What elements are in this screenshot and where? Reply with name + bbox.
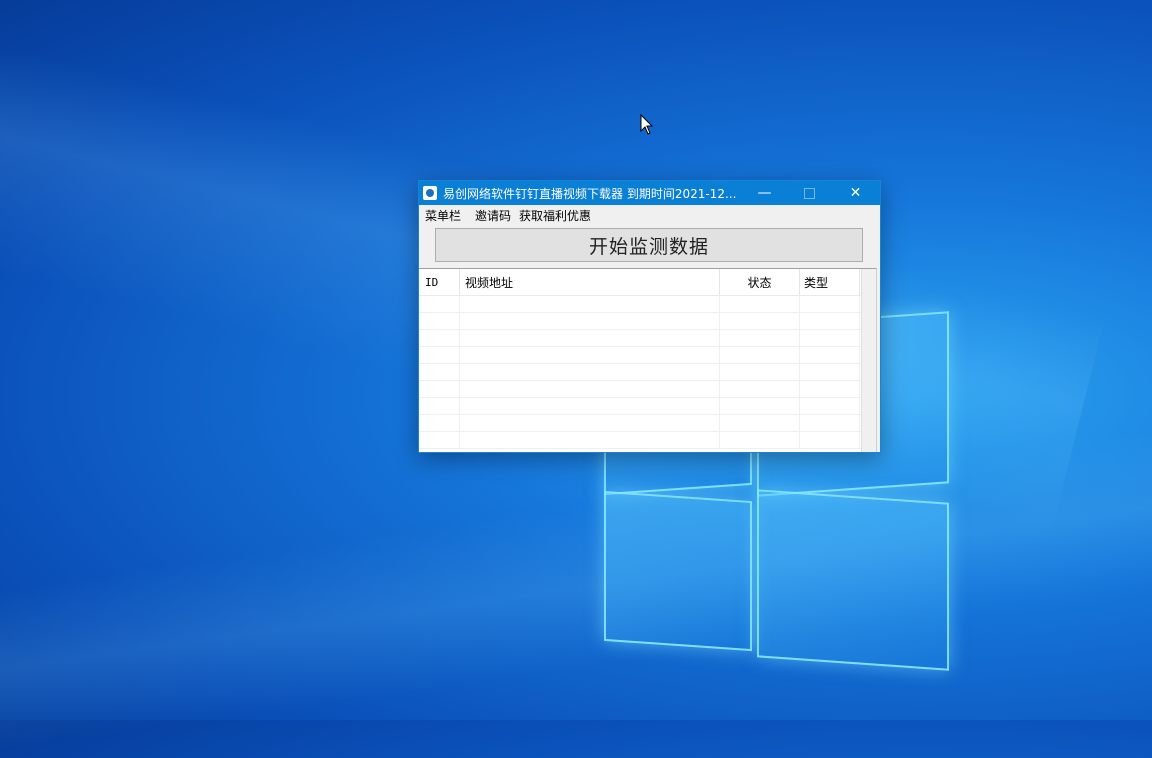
minimize-button[interactable]: —	[742, 181, 787, 205]
empty-list-row	[419, 364, 876, 381]
empty-list-cell	[720, 381, 800, 397]
empty-list-row	[419, 347, 876, 364]
empty-list-cell	[800, 398, 860, 414]
empty-list-cell	[720, 398, 800, 414]
empty-list-cell	[460, 432, 720, 448]
empty-list-cell	[460, 296, 720, 312]
empty-list-cell	[720, 347, 800, 363]
start-monitoring-button[interactable]: 开始监测数据	[435, 228, 863, 262]
menu-item-menu[interactable]: 菜单栏	[425, 207, 461, 224]
empty-list-cell	[720, 364, 800, 380]
menu-item-get-benefits[interactable]: 获取福利优惠	[519, 207, 591, 224]
empty-list-cell	[720, 296, 800, 312]
empty-list-cell	[419, 330, 460, 346]
empty-list-cell	[800, 330, 860, 346]
empty-list-cell	[720, 432, 800, 448]
empty-list-cell	[800, 432, 860, 448]
empty-list-cell	[419, 296, 460, 312]
empty-list-cell	[419, 313, 460, 329]
close-button[interactable]: ✕	[833, 181, 878, 205]
window-title: 易创网络软件钉钉直播视频下载器 到期时间2021-12...	[443, 186, 737, 201]
empty-list-cell	[800, 415, 860, 431]
column-header-type[interactable]: 类型	[800, 269, 860, 295]
maximize-button[interactable]	[787, 181, 832, 205]
close-icon: ✕	[849, 185, 862, 201]
menu-bar: 菜单栏 邀请码 获取福利优惠	[419, 205, 880, 225]
empty-list-cell	[460, 330, 720, 346]
empty-list-cell	[800, 296, 860, 312]
empty-list-cell	[419, 432, 460, 448]
empty-list-cell	[419, 381, 460, 397]
column-header-status[interactable]: 状态	[720, 269, 800, 295]
empty-list-cell	[460, 381, 720, 397]
empty-list-cell	[460, 398, 720, 414]
app-window: 易创网络软件钉钉直播视频下载器 到期时间2021-12... — ✕ 菜单栏 邀…	[418, 180, 881, 453]
empty-list-cell	[800, 347, 860, 363]
empty-list-cell	[419, 398, 460, 414]
empty-list-row	[419, 415, 876, 432]
title-bar[interactable]: 易创网络软件钉钉直播视频下载器 到期时间2021-12... — ✕	[419, 181, 880, 205]
empty-list-cell	[460, 313, 720, 329]
list-header: ID 视频地址 状态 类型	[419, 269, 876, 296]
empty-list-cell	[419, 415, 460, 431]
video-list[interactable]: ID 视频地址 状态 类型	[419, 268, 877, 452]
menu-item-invite-code[interactable]: 邀请码	[475, 207, 511, 224]
empty-list-cell	[419, 364, 460, 380]
empty-list-row	[419, 432, 876, 449]
empty-list-cell	[720, 313, 800, 329]
empty-list-cell	[800, 381, 860, 397]
column-header-id[interactable]: ID	[419, 269, 460, 295]
empty-list-cell	[460, 364, 720, 380]
mouse-cursor-icon	[640, 114, 654, 135]
windows-logo-pane	[604, 490, 752, 652]
empty-list-row	[419, 398, 876, 415]
empty-list-cell	[419, 347, 460, 363]
list-scrollbar[interactable]	[861, 269, 876, 452]
minimize-icon: —	[757, 185, 772, 201]
empty-list-row	[419, 313, 876, 330]
empty-list-cell	[720, 415, 800, 431]
empty-list-row	[419, 296, 876, 313]
empty-list-row	[419, 330, 876, 347]
empty-list-cell	[460, 415, 720, 431]
empty-list-row	[419, 381, 876, 398]
empty-list-cell	[460, 347, 720, 363]
empty-list-cell	[800, 313, 860, 329]
list-body	[419, 296, 876, 449]
desktop-light-beam	[0, 419, 1152, 758]
app-icon[interactable]	[423, 186, 437, 200]
column-header-video-url[interactable]: 视频地址	[460, 269, 720, 295]
empty-list-cell	[720, 330, 800, 346]
empty-list-cell	[800, 364, 860, 380]
maximize-icon	[804, 187, 815, 199]
windows-logo-pane	[757, 489, 949, 671]
